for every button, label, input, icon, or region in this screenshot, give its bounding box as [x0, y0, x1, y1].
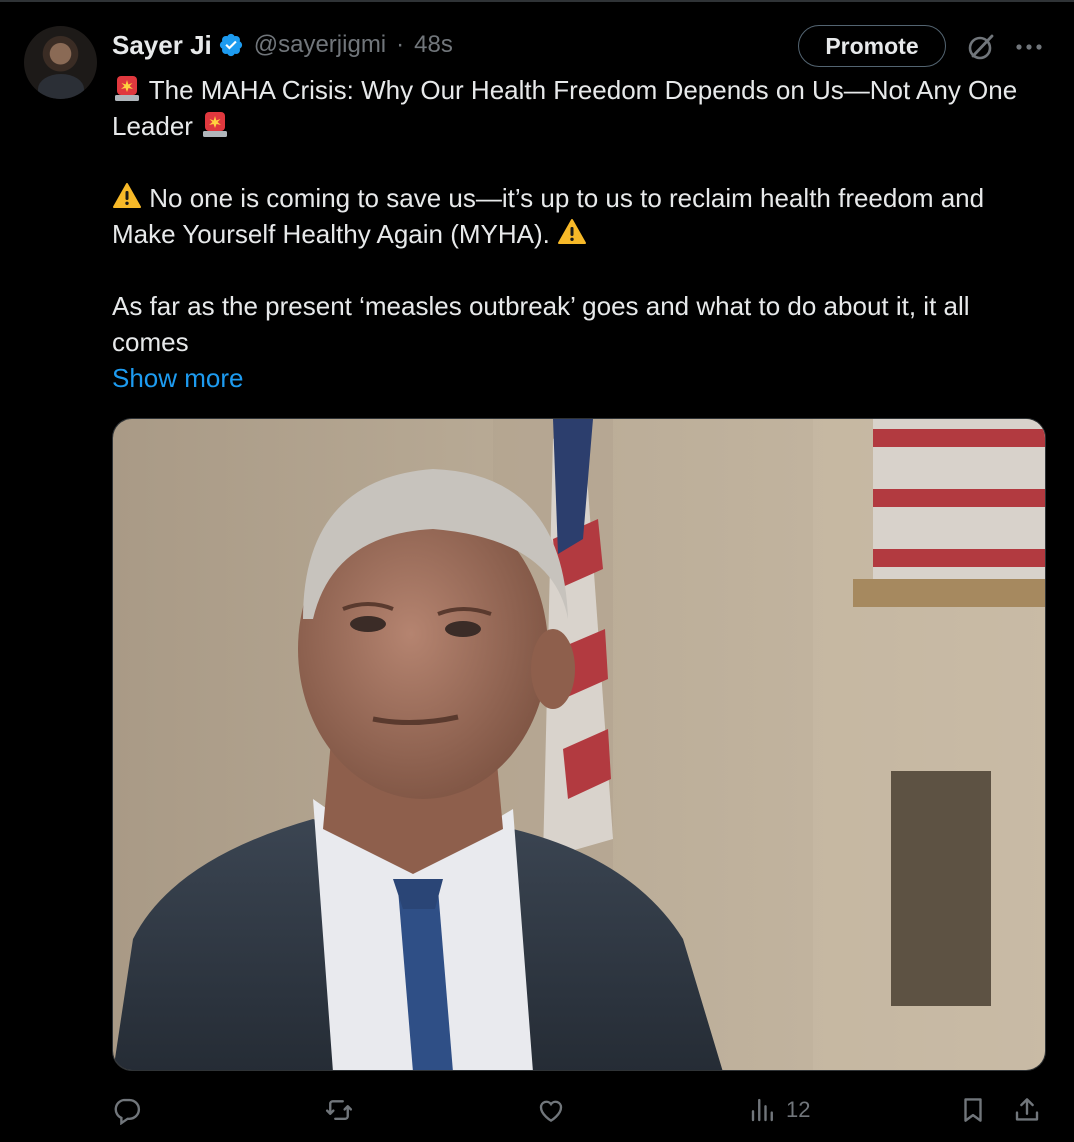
bookmark-icon [964, 1098, 982, 1122]
tweet-text: The MAHA Crisis: Why Our Health Freedom … [112, 72, 1052, 360]
share-button[interactable] [1012, 1092, 1042, 1128]
views-icon [751, 1098, 773, 1122]
top-divider [0, 0, 1074, 2]
tweet-paragraph-3: As far as the present ‘measles outbreak’… [112, 288, 1052, 360]
tweet-header: Sayer Ji @sayerjigmi · 48s [112, 28, 453, 62]
retweet-icon [325, 1100, 353, 1120]
tweet-actions: 12 [112, 1092, 1052, 1132]
warning-emoji [558, 219, 587, 244]
reply-icon [114, 1098, 141, 1125]
like-button[interactable] [536, 1092, 566, 1128]
timestamp[interactable]: 48s [414, 31, 453, 59]
tweet-line-1: The MAHA Crisis: Why Our Health Freedom … [112, 75, 1018, 141]
media-photo [113, 419, 1045, 1070]
views-count: 12 [786, 1097, 811, 1122]
more-icon[interactable] [1013, 34, 1045, 60]
tweet-line-3: As far as the present ‘measles outbreak’… [112, 291, 970, 357]
separator-dot: · [396, 31, 405, 58]
bookmark-button[interactable] [958, 1092, 988, 1128]
promote-button[interactable]: Promote [798, 25, 946, 67]
tweet-line-2: No one is coming to save us—it’s up to u… [112, 183, 985, 249]
author-name[interactable]: Sayer Ji [112, 30, 212, 61]
share-icon [1015, 1098, 1039, 1121]
avatar[interactable] [24, 26, 97, 99]
tweet-paragraph-2: No one is coming to save us—it’s up to u… [112, 180, 1052, 252]
verified-badge-icon [219, 33, 242, 57]
like-icon [539, 1100, 563, 1123]
avatar-shoulders [38, 74, 84, 99]
warning-emoji [113, 183, 141, 208]
retweet-button[interactable] [324, 1092, 354, 1128]
author-handle[interactable]: @sayerjigmi [254, 31, 386, 59]
reply-button[interactable] [112, 1092, 142, 1128]
police-light-emoji [115, 76, 139, 101]
grok-icon[interactable] [966, 32, 996, 62]
show-more-link[interactable]: Show more [112, 360, 244, 396]
tweet-paragraph-1: The MAHA Crisis: Why Our Health Freedom … [112, 72, 1052, 144]
views-button[interactable]: 12 [748, 1092, 810, 1128]
tweet-media-image[interactable] [112, 418, 1046, 1071]
police-light-emoji [203, 112, 228, 137]
